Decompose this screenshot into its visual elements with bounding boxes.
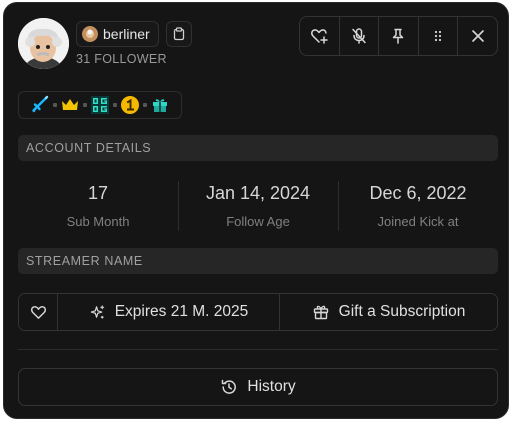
stat-joined-kick: Dec 6, 2022 Joined Kick at bbox=[338, 179, 498, 235]
gift-badge-icon bbox=[153, 99, 167, 112]
history-icon bbox=[222, 379, 237, 394]
expires-label: Expires 21 M. 2025 bbox=[114, 303, 249, 320]
action-toolbar bbox=[299, 16, 498, 56]
follow-button[interactable] bbox=[300, 17, 340, 55]
close-button[interactable] bbox=[458, 17, 497, 55]
account-details-header: ACCOUNT DETAILS bbox=[18, 135, 498, 161]
gift-icon bbox=[313, 305, 328, 320]
close-icon bbox=[471, 30, 484, 42]
heart-plus-icon bbox=[311, 29, 329, 44]
number-one-icon bbox=[121, 96, 139, 114]
history-label: History bbox=[247, 378, 296, 395]
pin-icon bbox=[393, 28, 404, 44]
badge-list bbox=[18, 91, 182, 119]
divider bbox=[18, 349, 498, 350]
streamer-name-header: STREAMER NAME bbox=[18, 248, 498, 274]
pin-button[interactable] bbox=[379, 17, 419, 55]
crown-icon bbox=[62, 99, 78, 110]
more-options-button[interactable] bbox=[419, 17, 459, 55]
mute-button[interactable] bbox=[340, 17, 380, 55]
clipboard-icon bbox=[173, 27, 185, 41]
mic-off-icon bbox=[352, 28, 366, 44]
stat-label: Follow Age bbox=[226, 214, 290, 229]
favorite-button[interactable] bbox=[19, 294, 58, 330]
username: berliner bbox=[103, 26, 150, 42]
subscription-expiry[interactable]: Expires 21 M. 2025 bbox=[58, 294, 280, 330]
account-stats: 17 Sub Month Jan 14, 2024 Follow Age Dec… bbox=[18, 179, 498, 235]
user-mini-avatar-icon bbox=[82, 26, 98, 42]
more-dots-icon bbox=[434, 30, 442, 42]
history-button[interactable]: History bbox=[18, 368, 498, 406]
stat-value: 17 bbox=[87, 183, 109, 203]
heart-icon bbox=[30, 305, 46, 319]
sword-icon bbox=[32, 95, 49, 113]
user-profile-card: berliner 31 FOLLOWER ACCOUNT DETAILS 17 … bbox=[3, 2, 509, 419]
username-chip[interactable]: berliner bbox=[76, 21, 159, 47]
subscription-row: Expires 21 M. 2025 Gift a Subscription bbox=[18, 293, 498, 331]
gift-subscription-button[interactable]: Gift a Subscription bbox=[280, 294, 497, 330]
stat-label: Joined Kick at bbox=[377, 214, 459, 229]
stat-value: Jan 14, 2024 bbox=[205, 183, 311, 203]
stat-value: Dec 6, 2022 bbox=[369, 183, 467, 203]
gift-subscription-label: Gift a Subscription bbox=[338, 303, 466, 320]
og-badge-icon bbox=[91, 96, 109, 114]
stat-follow-age: Jan 14, 2024 Follow Age bbox=[178, 179, 338, 235]
stat-sub-month: 17 Sub Month bbox=[18, 179, 178, 235]
copy-username-button[interactable] bbox=[166, 21, 192, 47]
einstein-avatar-icon bbox=[18, 18, 69, 69]
stat-label: Sub Month bbox=[66, 214, 130, 229]
follower-count: 31 FOLLOWER bbox=[76, 52, 167, 66]
sparkles-icon bbox=[90, 304, 104, 319]
user-avatar bbox=[18, 18, 69, 69]
